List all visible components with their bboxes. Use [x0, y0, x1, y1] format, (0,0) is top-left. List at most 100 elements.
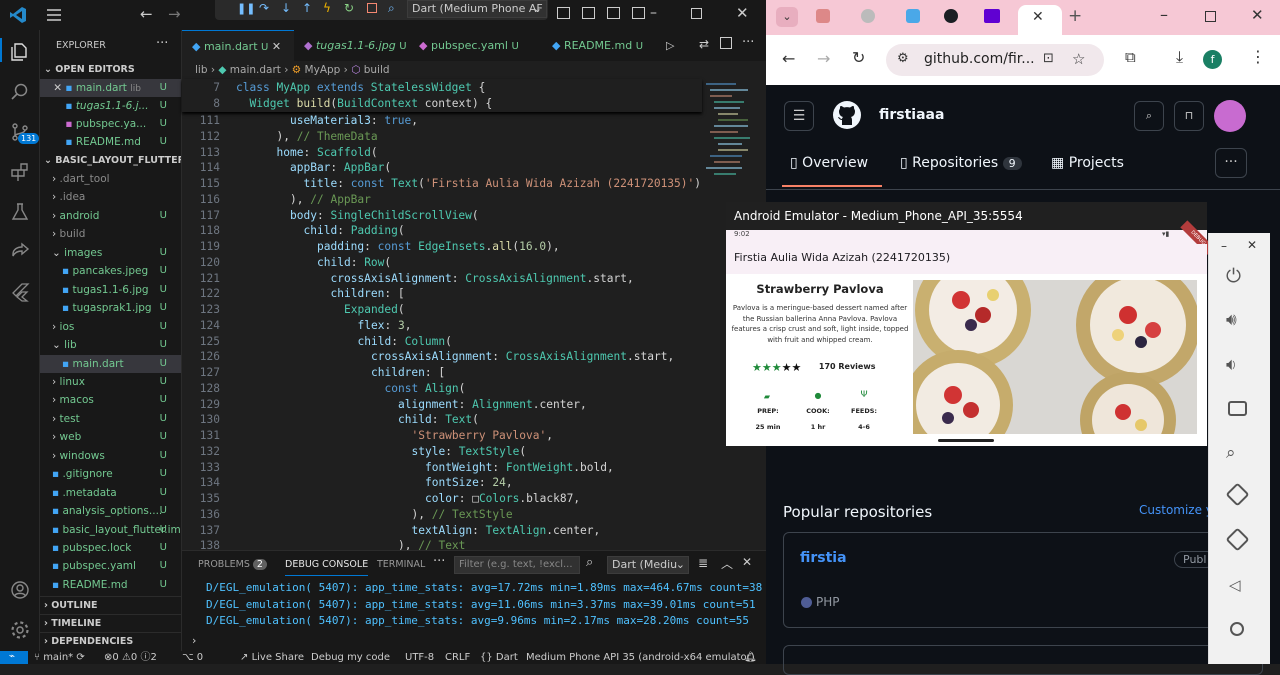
code-line[interactable]: 124 flex: 3,: [182, 318, 702, 334]
toggle-panel-icon[interactable]: [582, 7, 595, 19]
testing-icon[interactable]: [10, 202, 30, 222]
code-line[interactable]: 111 useMaterial3: true,: [182, 113, 702, 129]
extensions-icon[interactable]: ⧉: [1125, 48, 1136, 66]
debug-console-output[interactable]: D/EGL_emulation( 5407): app_time_stats: …: [206, 580, 762, 642]
close-tab-icon[interactable]: ✕: [1032, 9, 1044, 25]
live-share-icon[interactable]: [10, 242, 30, 262]
code-line[interactable]: 129 alignment: Alignment.center,: [182, 397, 702, 413]
folder-item[interactable]: › build: [40, 225, 181, 243]
account-icon[interactable]: [10, 580, 30, 600]
folder-item[interactable]: › macos U: [40, 391, 181, 409]
code-line[interactable]: 116 ), // AppBar: [182, 192, 702, 208]
search-icon[interactable]: ⌕: [586, 555, 593, 570]
folder-item[interactable]: › .dart_tool: [40, 170, 181, 188]
sticky-line[interactable]: 8 Widget build(BuildContext context) {: [182, 96, 702, 112]
home-icon[interactable]: [1230, 622, 1244, 636]
tab-repositories[interactable]: ▯ Repositories 9: [900, 155, 1022, 171]
tab-overview[interactable]: ▯ Overview: [790, 155, 868, 171]
emulator-screen[interactable]: 9:02 ▾▮ DEBUG Firstia Aulia Wida Azizah …: [726, 220, 1216, 446]
status-problems[interactable]: ⊗0 ⚠0 ⓘ2: [104, 651, 157, 664]
code-line[interactable]: 138 ), // Text: [182, 538, 702, 550]
site-info-icon[interactable]: ⚙: [897, 51, 909, 66]
open-editors-header[interactable]: ⌄ OPEN EDITORS: [40, 61, 181, 79]
tab-debug-console[interactable]: DEBUG CONSOLE: [285, 559, 369, 576]
file-item[interactable]: ▪ pancakes.jpeg U: [40, 262, 181, 280]
file-item[interactable]: ▪ tugasprak1.jpg U: [40, 299, 181, 317]
hot-reload-icon[interactable]: ϟ: [323, 1, 331, 15]
code-line[interactable]: 136 ), // TextStyle: [182, 507, 702, 523]
toggle-sidebar-icon[interactable]: [557, 7, 570, 19]
open-editor-item[interactable]: ✕ ▪ main.dart lib U: [40, 79, 181, 97]
toggle-secondary-icon[interactable]: [607, 7, 620, 19]
active-tab[interactable]: ✕: [1018, 5, 1062, 35]
inbox-icon[interactable]: ⊓: [1174, 101, 1204, 131]
remote-indicator[interactable]: ⌁: [0, 651, 28, 664]
username[interactable]: firstiaaa: [879, 107, 944, 123]
volume-up-icon[interactable]: 🔊︎: [1226, 310, 1237, 330]
maximize-icon[interactable]: [1205, 11, 1216, 22]
status-branch[interactable]: ⑂ main* ⟳: [34, 651, 85, 664]
folder-item[interactable]: › ios U: [40, 318, 181, 336]
folder-item[interactable]: ⌄ lib U: [40, 336, 181, 354]
tab-favicon-icon[interactable]: [861, 9, 875, 23]
code-line[interactable]: 114 appBar: AppBar(: [182, 160, 702, 176]
code-line[interactable]: 127 children: [: [182, 365, 702, 381]
gear-icon[interactable]: [10, 620, 30, 640]
status-encoding[interactable]: UTF-8: [405, 651, 434, 664]
flutter-tab-icon[interactable]: [906, 9, 920, 23]
yahoo-tab-icon[interactable]: [984, 9, 1000, 23]
open-editor-item[interactable]: ▪ pubspec.ya... U: [40, 115, 181, 133]
status-live-share[interactable]: ↗ Live Share: [240, 651, 304, 664]
code-editor[interactable]: 111 useMaterial3: true, 112 ), // ThemeDa…: [182, 113, 702, 550]
tab-main-dart[interactable]: ◆ main.dart U ✕: [182, 30, 294, 61]
forward-icon[interactable]: →: [817, 49, 830, 68]
breadcrumb-item[interactable]: main.dart: [230, 64, 281, 76]
close-panel-icon[interactable]: ✕: [742, 555, 752, 569]
rotate-left-icon[interactable]: [1225, 482, 1250, 507]
code-line[interactable]: 126 crossAxisAlignment: CrossAxisAlignme…: [182, 349, 702, 365]
outline-header[interactable]: › OUTLINE: [40, 596, 181, 614]
profile-avatar[interactable]: f: [1203, 50, 1222, 69]
forward-icon[interactable]: →: [168, 5, 181, 23]
rotate-right-icon[interactable]: [1225, 527, 1250, 552]
extensions-icon[interactable]: [10, 162, 30, 182]
status-device[interactable]: Medium Phone API 35 (android-x64 emulato…: [526, 651, 755, 664]
file-item[interactable]: ▪ pubspec.lock U: [40, 539, 181, 557]
close-icon[interactable]: ✕: [1247, 238, 1257, 252]
download-icon[interactable]: ⤓: [1176, 47, 1183, 67]
code-line[interactable]: 137 textAlign: TextAlign.center,: [182, 523, 702, 539]
more-actions-icon[interactable]: ···: [433, 554, 445, 569]
file-item[interactable]: ▪ main.dart U: [40, 354, 181, 373]
chevron-up-icon[interactable]: ︿: [721, 555, 733, 572]
flutter-icon[interactable]: [10, 282, 30, 302]
repo-card[interactable]: firstia Publ PHP: [783, 532, 1263, 628]
layout-icon[interactable]: [632, 7, 645, 19]
folder-item[interactable]: › test U: [40, 410, 181, 428]
split-editor-icon[interactable]: [720, 37, 732, 49]
back-icon[interactable]: ←: [782, 49, 795, 68]
file-item[interactable]: ▪ .metadata U: [40, 484, 181, 502]
code-line[interactable]: 123 Expanded(: [182, 302, 702, 318]
compare-icon[interactable]: ⇄: [699, 37, 709, 51]
close-icon[interactable]: ✕: [1251, 6, 1264, 24]
code-line[interactable]: 115 title: const Text('Firstia Aulia Wid…: [182, 176, 702, 192]
tab-problems[interactable]: PROBLEMS 2: [198, 559, 267, 570]
breadcrumb-item[interactable]: lib: [195, 64, 208, 76]
file-item[interactable]: ▪ analysis_options.... U: [40, 502, 181, 520]
notifications-icon[interactable]: 🔔︎: [744, 651, 757, 664]
folder-item[interactable]: › windows U: [40, 447, 181, 465]
code-line[interactable]: 118 child: Padding(: [182, 223, 702, 239]
code-line[interactable]: 117 body: SingleChildScrollView(: [182, 208, 702, 224]
stop-icon[interactable]: [367, 3, 377, 13]
close-icon[interactable]: ✕: [272, 40, 281, 53]
back-icon[interactable]: ◁: [1229, 576, 1241, 594]
open-editor-item[interactable]: ▪ README.md U: [40, 133, 181, 151]
explorer-icon[interactable]: [10, 42, 30, 62]
code-line[interactable]: 135 color: □Colors.black87,: [182, 491, 702, 507]
code-line[interactable]: 132 style: TextStyle(: [182, 444, 702, 460]
address-bar[interactable]: ⚙ github.com/fir... ⊡ ☆: [886, 44, 1104, 76]
file-item[interactable]: ▪ pubspec.yaml U: [40, 557, 181, 575]
timeline-header[interactable]: › TIMELINE: [40, 614, 181, 632]
code-line[interactable]: 119 padding: const EdgeInsets.all(16.0),: [182, 239, 702, 255]
step-over-icon[interactable]: ↷: [259, 1, 269, 15]
